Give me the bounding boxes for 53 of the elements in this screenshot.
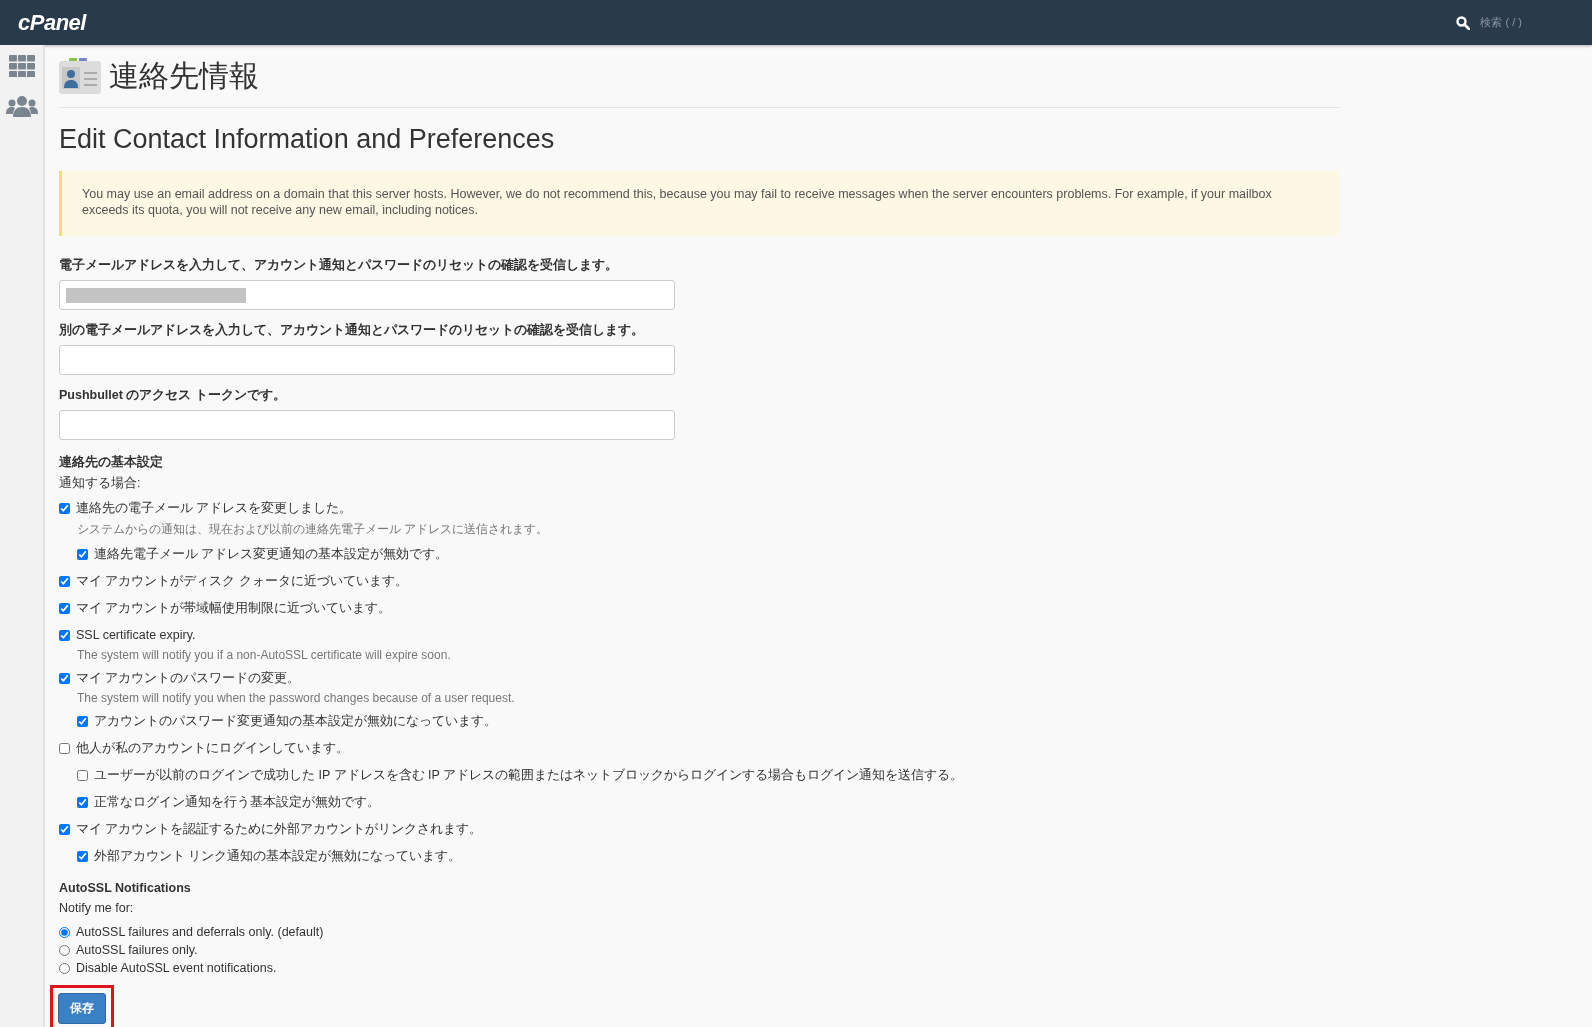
search-placeholder[interactable]: 検索 ( / ) [1480,15,1522,30]
checkbox[interactable] [77,548,88,560]
checkbox[interactable] [77,850,88,862]
users-icon[interactable] [5,95,38,117]
field-label: 別の電子メールアドレスを入力して、アカウント通知とパスワードのリセットの確認を受信します。 [59,322,645,339]
radio-button[interactable] [59,944,70,956]
input-field[interactable] [59,280,675,310]
checkbox[interactable] [77,715,88,727]
field-label: 電子メールアドレスを入力して、アカウント通知とパスワードのリセットの確認を受信します。 [59,257,619,274]
checkbox-label: マイ アカウントを認証するために外部アカウントがリンクされます。 [76,820,483,838]
help-text: The system will notify you when the password changes because of a user request. [77,691,516,705]
help-text: The system will notify you if a non-AutoSSL certificate will expire soon. [77,648,452,662]
checkbox[interactable] [59,823,70,835]
checkbox-label: 正常なログイン通知を行う基本設定が無効です。 [94,793,380,811]
checkbox[interactable] [77,796,88,808]
checkbox-label: マイ アカウントが帯域幅使用制限に近づいています。 [76,599,392,617]
checkbox-label: 他人が私のアカウントにログインしています。 [76,739,349,757]
preferences-subtitle: 通知する場合: [59,475,142,492]
checkbox-label: マイ アカウントのパスワードの変更。 [76,669,301,687]
checkbox-label: アカウントのパスワード変更通知の基本設定が無効になっています。 [94,712,497,730]
checkbox[interactable] [59,602,70,614]
apps-grid-icon[interactable] [8,55,35,77]
preferences-heading: 連絡先の基本設定 [59,454,164,471]
checkbox-label: SSL certificate expiry. [76,628,196,642]
radio-label: AutoSSL failures only. [76,943,198,957]
section-heading: Edit Contact Information and Preferences [59,124,556,155]
checkbox[interactable] [59,502,70,514]
warning-alert: You may use an email address on a domain that this server hosts. However, we do not recommend this, because you may fail to receive messages when the server encounters problems. For example, if your mailbox exceeds its quota, you will not receive any new email, including notices. [59,171,1339,236]
radio-label: AutoSSL failures and deferrals only. (default) [76,925,324,939]
checkbox-label: 連絡先の電子メール アドレスを変更しました。 [76,499,353,517]
checkbox[interactable] [59,672,70,684]
save-button[interactable]: 保存 [58,993,106,1024]
checkbox[interactable] [59,575,70,587]
checkbox-label: 外部アカウント リンク通知の基本設定が無効になっています。 [94,847,462,865]
checkbox[interactable] [59,742,70,754]
autossl-heading: AutoSSL Notifications [59,881,192,895]
checkbox[interactable] [59,629,70,641]
search-icon[interactable] [1456,15,1471,30]
checkbox-label: ユーザーが以前のログインで成功した IP アドレスを含む IP アドレスの範囲またはネットブロックからログインする場合もログイン通知を送信する。 [94,766,964,784]
input-field[interactable] [59,345,675,375]
checkbox-label: マイ アカウントがディスク クォータに近づいています。 [76,572,408,590]
logo[interactable]: cPanel [18,9,86,36]
autossl-subtitle: Notify me for: [59,901,135,915]
field-label: Pushbullet のアクセス トークンです。 [59,387,287,404]
checkbox[interactable] [77,769,88,781]
help-text: システムからの通知は、現在および以前の連絡先電子メール アドレスに送信されます。 [77,521,550,538]
radio-label: Disable AutoSSL event notifications. [76,961,277,975]
page-title: 連絡先情報 [109,57,259,94]
input-field[interactable] [59,410,675,440]
checkbox-label: 連絡先電子メール アドレス変更通知の基本設定が無効です。 [94,545,449,563]
radio-button[interactable] [59,962,70,974]
radio-button[interactable] [59,926,70,938]
contact-card-icon [59,58,101,94]
